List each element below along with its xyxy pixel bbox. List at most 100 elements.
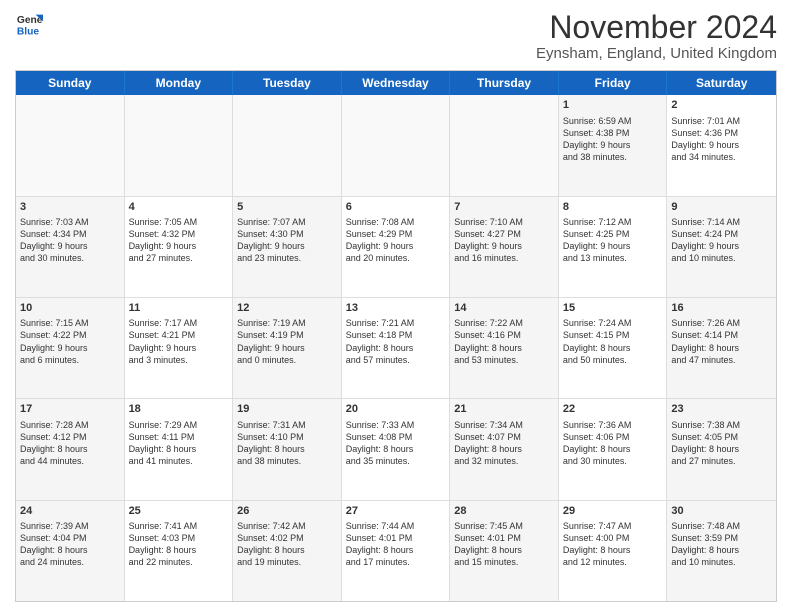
calendar-row-4: 17Sunrise: 7:28 AM Sunset: 4:12 PM Dayli… xyxy=(16,398,776,499)
header-sunday: Sunday xyxy=(16,71,125,95)
logo: General Blue xyxy=(15,10,43,38)
cell-info: Sunrise: 7:24 AM Sunset: 4:15 PM Dayligh… xyxy=(563,317,663,366)
day-number: 10 xyxy=(20,301,120,316)
day-number: 7 xyxy=(454,200,554,215)
cell-info: Sunrise: 7:38 AM Sunset: 4:05 PM Dayligh… xyxy=(671,419,772,468)
calendar: SundayMondayTuesdayWednesdayThursdayFrid… xyxy=(15,70,777,602)
calendar-body: 1 Sunrise: 6:59 AM Sunset: 4:38 PM Daylig… xyxy=(16,95,776,601)
cell-info: Sunrise: 7:34 AM Sunset: 4:07 PM Dayligh… xyxy=(454,419,554,468)
header-saturday: Saturday xyxy=(667,71,776,95)
cell-info: Sunrise: 7:36 AM Sunset: 4:06 PM Dayligh… xyxy=(563,419,663,468)
cal-cell-2-3: 5Sunrise: 7:07 AM Sunset: 4:30 PM Daylig… xyxy=(233,197,342,297)
day-number: 21 xyxy=(454,402,554,417)
day-number: 15 xyxy=(563,301,663,316)
header-tuesday: Tuesday xyxy=(233,71,342,95)
day-number: 24 xyxy=(20,504,120,519)
cal-cell-3-1: 10Sunrise: 7:15 AM Sunset: 4:22 PM Dayli… xyxy=(16,298,125,398)
day-number: 13 xyxy=(346,301,446,316)
cell-info: Sunrise: 6:59 AM Sunset: 4:38 PM Dayligh… xyxy=(563,115,663,164)
cal-cell-5-3: 26Sunrise: 7:42 AM Sunset: 4:02 PM Dayli… xyxy=(233,501,342,601)
day-number: 9 xyxy=(671,200,772,215)
day-number: 5 xyxy=(237,200,337,215)
location: Eynsham, England, United Kingdom xyxy=(536,45,777,62)
day-number: 6 xyxy=(346,200,446,215)
day-number: 28 xyxy=(454,504,554,519)
cell-info: Sunrise: 7:22 AM Sunset: 4:16 PM Dayligh… xyxy=(454,317,554,366)
cell-info: Sunrise: 7:19 AM Sunset: 4:19 PM Dayligh… xyxy=(237,317,337,366)
header-friday: Friday xyxy=(559,71,668,95)
day-number: 30 xyxy=(671,504,772,519)
cal-cell-4-3: 19 Sunrise: 7:31 AM Sunset: 4:10 PM Dayli… xyxy=(233,399,342,499)
day-number: 22 xyxy=(563,402,663,417)
day-number: 16 xyxy=(671,301,772,316)
header: General Blue November 2024 Eynsham, Engl… xyxy=(15,10,777,62)
cal-cell-1-3 xyxy=(233,95,342,195)
cell-info: Sunrise: 7:44 AM Sunset: 4:01 PM Dayligh… xyxy=(346,520,446,569)
header-wednesday: Wednesday xyxy=(342,71,451,95)
cell-info: Sunrise: 7:47 AM Sunset: 4:00 PM Dayligh… xyxy=(563,520,663,569)
cal-cell-2-2: 4Sunrise: 7:05 AM Sunset: 4:32 PM Daylig… xyxy=(125,197,234,297)
day-number: 23 xyxy=(671,402,772,417)
cal-cell-4-6: 22 Sunrise: 7:36 AM Sunset: 4:06 PM Dayli… xyxy=(559,399,668,499)
day-number: 18 xyxy=(129,402,229,417)
cell-info: Sunrise: 7:31 AM Sunset: 4:10 PM Dayligh… xyxy=(237,419,337,468)
cal-cell-3-3: 12Sunrise: 7:19 AM Sunset: 4:19 PM Dayli… xyxy=(233,298,342,398)
cell-info: Sunrise: 7:33 AM Sunset: 4:08 PM Dayligh… xyxy=(346,419,446,468)
cell-info: Sunrise: 7:29 AM Sunset: 4:11 PM Dayligh… xyxy=(129,419,229,468)
cell-info: Sunrise: 7:03 AM Sunset: 4:34 PM Dayligh… xyxy=(20,216,120,265)
cal-cell-3-5: 14Sunrise: 7:22 AM Sunset: 4:16 PM Dayli… xyxy=(450,298,559,398)
calendar-row-2: 3Sunrise: 7:03 AM Sunset: 4:34 PM Daylig… xyxy=(16,196,776,297)
cell-info: Sunrise: 7:07 AM Sunset: 4:30 PM Dayligh… xyxy=(237,216,337,265)
day-number: 19 xyxy=(237,402,337,417)
cal-cell-5-1: 24Sunrise: 7:39 AM Sunset: 4:04 PM Dayli… xyxy=(16,501,125,601)
day-number: 2 xyxy=(671,98,772,113)
day-number: 25 xyxy=(129,504,229,519)
page: General Blue November 2024 Eynsham, Engl… xyxy=(0,0,792,612)
cal-cell-5-4: 27Sunrise: 7:44 AM Sunset: 4:01 PM Dayli… xyxy=(342,501,451,601)
cell-info: Sunrise: 7:28 AM Sunset: 4:12 PM Dayligh… xyxy=(20,419,120,468)
cell-info: Sunrise: 7:42 AM Sunset: 4:02 PM Dayligh… xyxy=(237,520,337,569)
cal-cell-4-4: 20 Sunrise: 7:33 AM Sunset: 4:08 PM Dayli… xyxy=(342,399,451,499)
cal-cell-4-2: 18 Sunrise: 7:29 AM Sunset: 4:11 PM Dayli… xyxy=(125,399,234,499)
logo-icon: General Blue xyxy=(15,10,43,38)
cal-cell-1-4 xyxy=(342,95,451,195)
day-number: 14 xyxy=(454,301,554,316)
cal-cell-2-1: 3Sunrise: 7:03 AM Sunset: 4:34 PM Daylig… xyxy=(16,197,125,297)
day-number: 12 xyxy=(237,301,337,316)
header-thursday: Thursday xyxy=(450,71,559,95)
cal-cell-5-5: 28Sunrise: 7:45 AM Sunset: 4:01 PM Dayli… xyxy=(450,501,559,601)
cell-info: Sunrise: 7:41 AM Sunset: 4:03 PM Dayligh… xyxy=(129,520,229,569)
day-number: 20 xyxy=(346,402,446,417)
cal-cell-5-7: 30Sunrise: 7:48 AM Sunset: 3:59 PM Dayli… xyxy=(667,501,776,601)
cal-cell-3-4: 13Sunrise: 7:21 AM Sunset: 4:18 PM Dayli… xyxy=(342,298,451,398)
cal-cell-1-2 xyxy=(125,95,234,195)
svg-text:Blue: Blue xyxy=(17,26,40,37)
header-monday: Monday xyxy=(125,71,234,95)
day-number: 4 xyxy=(129,200,229,215)
cal-cell-2-7: 9Sunrise: 7:14 AM Sunset: 4:24 PM Daylig… xyxy=(667,197,776,297)
day-number: 29 xyxy=(563,504,663,519)
day-number: 11 xyxy=(129,301,229,316)
calendar-row-3: 10Sunrise: 7:15 AM Sunset: 4:22 PM Dayli… xyxy=(16,297,776,398)
cell-info: Sunrise: 7:21 AM Sunset: 4:18 PM Dayligh… xyxy=(346,317,446,366)
day-number: 3 xyxy=(20,200,120,215)
day-number: 26 xyxy=(237,504,337,519)
cal-cell-3-6: 15Sunrise: 7:24 AM Sunset: 4:15 PM Dayli… xyxy=(559,298,668,398)
cal-cell-5-6: 29Sunrise: 7:47 AM Sunset: 4:00 PM Dayli… xyxy=(559,501,668,601)
day-number: 1 xyxy=(563,98,663,113)
cal-cell-4-1: 17Sunrise: 7:28 AM Sunset: 4:12 PM Dayli… xyxy=(16,399,125,499)
cal-cell-1-6: 1 Sunrise: 6:59 AM Sunset: 4:38 PM Daylig… xyxy=(559,95,668,195)
cell-info: Sunrise: 7:12 AM Sunset: 4:25 PM Dayligh… xyxy=(563,216,663,265)
cell-info: Sunrise: 7:48 AM Sunset: 3:59 PM Dayligh… xyxy=(671,520,772,569)
calendar-row-1: 1 Sunrise: 6:59 AM Sunset: 4:38 PM Daylig… xyxy=(16,95,776,195)
cell-info: Sunrise: 7:08 AM Sunset: 4:29 PM Dayligh… xyxy=(346,216,446,265)
cal-cell-4-7: 23 Sunrise: 7:38 AM Sunset: 4:05 PM Dayli… xyxy=(667,399,776,499)
day-number: 27 xyxy=(346,504,446,519)
cal-cell-1-1 xyxy=(16,95,125,195)
cell-info: Sunrise: 7:39 AM Sunset: 4:04 PM Dayligh… xyxy=(20,520,120,569)
cell-info: Sunrise: 7:26 AM Sunset: 4:14 PM Dayligh… xyxy=(671,317,772,366)
cell-info: Sunrise: 7:10 AM Sunset: 4:27 PM Dayligh… xyxy=(454,216,554,265)
cal-cell-2-5: 7Sunrise: 7:10 AM Sunset: 4:27 PM Daylig… xyxy=(450,197,559,297)
cal-cell-5-2: 25Sunrise: 7:41 AM Sunset: 4:03 PM Dayli… xyxy=(125,501,234,601)
cell-info: Sunrise: 7:17 AM Sunset: 4:21 PM Dayligh… xyxy=(129,317,229,366)
